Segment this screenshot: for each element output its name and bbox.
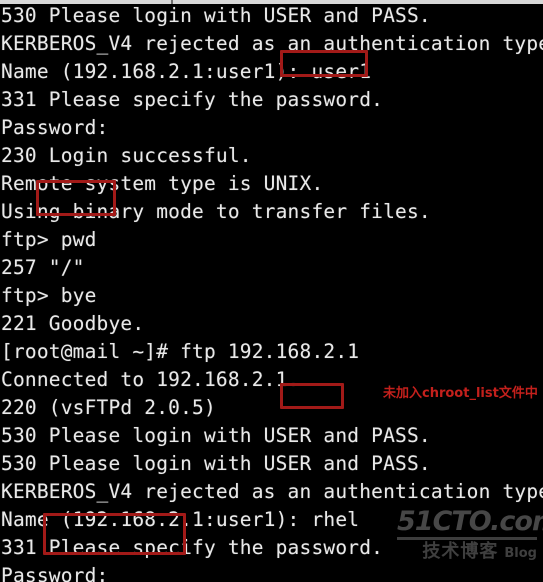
terminal-line: 331 Please specify the password.: [1, 536, 384, 559]
terminal-line: 530 Please login with USER and PASS.: [1, 424, 431, 447]
terminal-line: ftp> bye: [1, 284, 97, 307]
terminal-line: Using binary mode to transfer files.: [1, 200, 431, 223]
terminal-line: Name (192.168.2.1:user1): rhel: [1, 508, 360, 531]
terminal-line: Password:: [1, 564, 109, 582]
terminal-line: 331 Please specify the password.: [1, 88, 384, 111]
site-watermark: 51CTO.com 技术博客 Blog: [397, 506, 543, 564]
terminal-line: 530 Please login with USER and PASS.: [1, 452, 431, 475]
terminal-line: Name (192.168.2.1:user1): user1: [1, 60, 372, 83]
terminal-output[interactable]: 530 Please login with USER and PASS. KERB…: [0, 4, 543, 582]
watermark-divider: [397, 537, 537, 540]
terminal-line: KERBEROS_V4 rejected as an authenticatio…: [1, 32, 543, 55]
terminal-screenshot: 530 Please login with USER and PASS. KERB…: [0, 0, 543, 582]
watermark-sub-text: 技术博客: [422, 541, 499, 562]
terminal-line: Connected to 192.168.2.1.: [1, 368, 300, 391]
terminal-line: 530 Please login with USER and PASS.: [1, 4, 431, 27]
terminal-line: 230 Login successful.: [1, 144, 252, 167]
terminal-line: 220 (vsFTPd 2.0.5): [1, 396, 216, 419]
terminal-line: [root@mail ~]# ftp 192.168.2.1: [1, 340, 360, 363]
watermark-sub-row: 技术博客 Blog: [397, 542, 537, 564]
terminal-line: KERBEROS_V4 rejected as an authenticatio…: [1, 480, 543, 503]
terminal-line: ftp> pwd: [1, 228, 97, 251]
terminal-line: 257 "/": [1, 256, 85, 279]
chroot-list-note: 未加入chroot_list文件中: [383, 386, 538, 401]
terminal-line: 221 Goodbye.: [1, 312, 145, 335]
watermark-blog-text: Blog: [504, 546, 537, 561]
watermark-main-text: 51CTO.com: [397, 506, 543, 537]
terminal-line: Password:: [1, 116, 109, 139]
terminal-line: Remote system type is UNIX.: [1, 172, 324, 195]
